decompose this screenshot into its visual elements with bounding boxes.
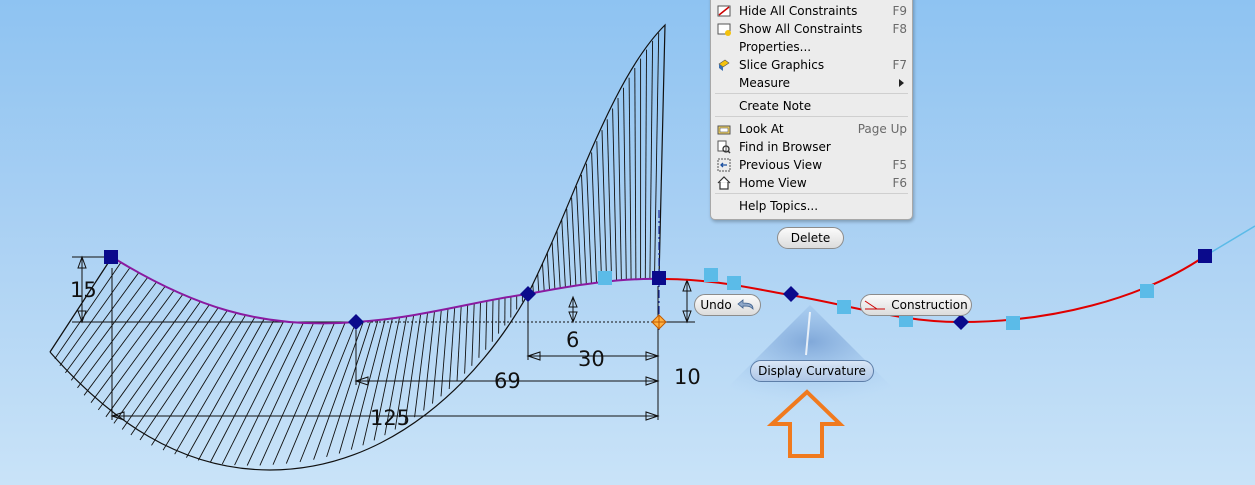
home-view-icon (717, 176, 731, 190)
menu-item-shortcut: F9 (892, 4, 907, 18)
find-in-browser-icon (717, 140, 731, 154)
menu-item-label: Measure (739, 76, 790, 90)
selected-curve-segment[interactable] (111, 256, 660, 325)
menu-separator (715, 116, 908, 117)
display-curvature-button[interactable]: Display Curvature (750, 360, 874, 382)
show-constraints-icon (717, 23, 731, 36)
menu-item-shortcut: F7 (892, 58, 907, 72)
dimension-69[interactable]: 69 (494, 369, 521, 393)
menu-item-hide-all-constraints[interactable]: Hide All Constraints F9 (711, 2, 912, 20)
undo-button[interactable]: Undo (694, 294, 761, 316)
delete-button[interactable]: Delete (777, 227, 844, 249)
menu-item-shortcut: F5 (892, 158, 907, 172)
menu-item-look-at[interactable]: Look At Page Up (711, 120, 912, 138)
menu-item-label: Properties... (739, 40, 812, 54)
menu-item-label: Home View (739, 176, 807, 190)
menu-item-shortcut: Page Up (857, 122, 907, 136)
context-menu: Hide All Constraints F9 Show All Constra… (710, 0, 913, 220)
slice-graphics-icon (718, 59, 730, 71)
menu-item-previous-view[interactable]: Previous View F5 (711, 156, 912, 174)
menu-item-show-all-constraints[interactable]: Show All Constraints F8 (711, 20, 912, 38)
construction-line-icon (865, 300, 886, 310)
menu-item-label: Slice Graphics (739, 58, 825, 72)
dimension-10[interactable]: 10 (674, 365, 701, 389)
menu-separator (715, 93, 908, 94)
undo-button-label: Undo (700, 298, 732, 312)
menu-item-measure[interactable]: Measure (711, 74, 912, 92)
menu-item-label: Look At (739, 122, 784, 136)
spline-tangent-extension (1204, 225, 1255, 257)
menu-item-properties[interactable]: Properties... (711, 38, 912, 56)
sketch-canvas[interactable]: 15 6 30 69 10 125 (0, 0, 1255, 485)
curvature-comb (49, 32, 660, 466)
curvature-comb-envelope (49, 23, 666, 471)
menu-item-shortcut: F6 (892, 176, 907, 190)
delete-button-label: Delete (790, 231, 831, 245)
menu-separator (715, 193, 908, 194)
dimension-15[interactable]: 15 (70, 278, 97, 302)
menu-item-label: Create Note (739, 99, 812, 113)
menu-item-label: Find in Browser (739, 140, 831, 154)
hide-constraints-icon (717, 5, 731, 17)
dimension-125[interactable]: 125 (370, 406, 410, 430)
menu-item-home-view[interactable]: Home View F6 (711, 174, 912, 192)
menu-item-slice-graphics[interactable]: Slice Graphics F7 (711, 56, 912, 74)
display-curvature-button-label: Display Curvature (758, 364, 866, 378)
menu-item-label: Show All Constraints (739, 22, 863, 36)
look-at-icon (717, 125, 731, 135)
menu-item-shortcut: F8 (892, 22, 907, 36)
submenu-arrow-icon (899, 79, 904, 87)
origin-point[interactable] (651, 314, 667, 330)
previous-view-icon (717, 158, 731, 172)
construction-button-label: Construction (891, 298, 968, 312)
undo-arrow-icon (737, 299, 754, 310)
dimension-30[interactable]: 30 (578, 347, 605, 371)
construction-button[interactable]: Construction (860, 294, 972, 316)
menu-item-label: Help Topics... (739, 199, 819, 213)
menu-item-help-topics[interactable]: Help Topics... (711, 197, 912, 215)
menu-item-create-note[interactable]: Create Note (711, 97, 912, 115)
menu-item-label: Hide All Constraints (739, 4, 858, 18)
menu-item-find-in-browser[interactable]: Find in Browser (711, 138, 912, 156)
menu-item-label: Previous View (739, 158, 823, 172)
